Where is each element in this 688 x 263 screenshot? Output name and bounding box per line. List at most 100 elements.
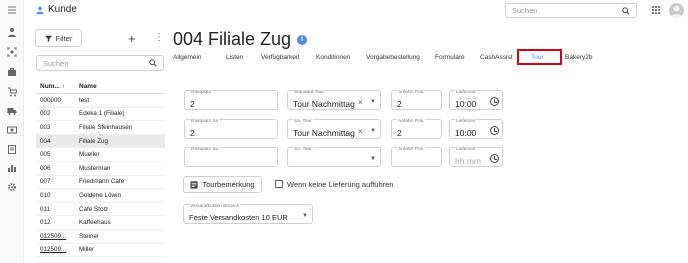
table-row[interactable]: 012 Kaffeehaus bbox=[36, 216, 165, 230]
anfahrt-pos-field-label: Anfahrt Pos. bbox=[397, 90, 426, 95]
cell-num: 012509... bbox=[40, 232, 67, 240]
clock-icon[interactable] bbox=[490, 154, 499, 163]
chevron-down-icon: ▼ bbox=[302, 213, 308, 219]
table-row[interactable]: 004 Filiale Zug bbox=[36, 134, 165, 149]
search-icon bbox=[622, 6, 630, 15]
ruestplatz-field[interactable]: Rüstplatz 2 bbox=[184, 90, 278, 110]
ruestplatz-field-label: Rüstplatz Sa bbox=[190, 119, 220, 124]
truck-icon[interactable] bbox=[6, 105, 18, 117]
column-num-header[interactable]: Num... ↑ bbox=[36, 83, 79, 90]
cell-num: 007 bbox=[40, 178, 51, 186]
settings-icon[interactable] bbox=[6, 181, 18, 193]
page-title: 004 Filiale Zug i bbox=[173, 29, 308, 50]
more-vert-icon[interactable]: ⋮ bbox=[154, 32, 164, 43]
tour-select[interactable]: So. Tour ▼ bbox=[287, 147, 381, 167]
tab-konditionen[interactable]: Konditionen bbox=[316, 54, 350, 61]
column-name-header[interactable]: Name bbox=[79, 83, 165, 90]
clear-icon[interactable]: × bbox=[358, 127, 363, 136]
apps-grid-icon[interactable] bbox=[652, 6, 660, 14]
versandkosten-select[interactable]: Versandkosten Bereich Feste Versandkoste… bbox=[183, 204, 313, 224]
cell-num: 012509... bbox=[40, 246, 67, 254]
cell-num: 011 bbox=[40, 205, 51, 213]
tab-listen[interactable]: Listen bbox=[226, 54, 243, 61]
tab-vorgabebestellung[interactable]: Vorgabebestellung bbox=[366, 54, 420, 61]
table-header: Num... ↑ Name bbox=[36, 79, 165, 94]
table-row[interactable]: 010 Goldene Löwin bbox=[36, 189, 165, 203]
tour-select[interactable]: Standard Tour Tour Nachmittag × ▼ bbox=[287, 90, 381, 110]
lieferzeit-field[interactable]: Lieferzeit 10:00 bbox=[449, 90, 503, 110]
cell-name: Filiale Zug bbox=[79, 137, 109, 145]
tab-bakery2b[interactable]: Bakery2b bbox=[565, 54, 592, 61]
no-delivery-checkbox[interactable] bbox=[275, 180, 283, 188]
table-row[interactable]: 012509... Miller bbox=[36, 244, 165, 258]
lieferzeit-field-value: hh:mm bbox=[455, 156, 481, 166]
list-search-placeholder: Suchen bbox=[43, 58, 69, 68]
app-title-text: Kunde bbox=[48, 4, 77, 15]
chevron-down-icon[interactable]: ▼ bbox=[370, 128, 376, 134]
lieferzeit-field-value: 10:00 bbox=[455, 128, 477, 138]
lieferzeit-field-value: 10:00 bbox=[455, 99, 477, 109]
cell-name: Goldene Löwin bbox=[79, 191, 122, 199]
tour-select[interactable]: Sa. Tour Tour Nachmittag × ▼ bbox=[287, 119, 381, 139]
cell-name: Steiner bbox=[79, 232, 99, 240]
clock-icon[interactable] bbox=[490, 126, 499, 135]
avatar[interactable] bbox=[669, 3, 684, 18]
table-row[interactable]: 002 Edeka 1 (Filiale) bbox=[36, 108, 165, 122]
clock-icon[interactable] bbox=[490, 97, 499, 106]
filter-button[interactable]: Filter bbox=[35, 29, 82, 47]
lieferzeit-field[interactable]: Lieferzeit hh:mm bbox=[449, 147, 503, 167]
cash-icon[interactable] bbox=[6, 124, 18, 136]
chart-icon[interactable] bbox=[6, 162, 18, 174]
clear-icon[interactable]: × bbox=[358, 98, 363, 107]
tab-cashassist[interactable]: CashAssist bbox=[480, 54, 513, 61]
menu-icon[interactable] bbox=[6, 4, 18, 16]
lieferzeit-field-label: Lieferzeit bbox=[455, 90, 477, 95]
anfahrt-pos-field-value: 2 bbox=[397, 99, 402, 109]
anfahrt-pos-field[interactable]: Anfahrt Pos. 2 bbox=[391, 119, 442, 139]
scan-icon[interactable] bbox=[6, 46, 18, 58]
tourbemerkung-button[interactable]: Tourbemerkung bbox=[183, 176, 262, 193]
table-row[interactable]: 005 Mueller bbox=[36, 148, 165, 162]
top-search-placeholder: Suchen bbox=[512, 6, 538, 15]
anfahrt-pos-field[interactable]: Anfahrt Pos. 2 bbox=[391, 90, 442, 110]
table-row[interactable]: 000000 test bbox=[36, 94, 165, 108]
tab-allgemein[interactable]: Allgemein bbox=[173, 54, 202, 61]
tab-verfügbarkeit[interactable]: Verfügbarkeit bbox=[261, 54, 299, 61]
app-title: Kunde bbox=[36, 4, 77, 15]
cell-num: 002 bbox=[40, 110, 51, 118]
table-row[interactable]: 006 Musterman bbox=[36, 162, 165, 176]
cell-num: 006 bbox=[40, 164, 51, 172]
cell-num: 005 bbox=[40, 151, 51, 159]
list-search-input[interactable]: Suchen bbox=[36, 55, 164, 71]
cart-icon[interactable] bbox=[6, 86, 18, 98]
chevron-down-icon[interactable]: ▼ bbox=[370, 156, 376, 162]
person-icon[interactable] bbox=[6, 26, 18, 38]
briefcase-icon[interactable] bbox=[6, 66, 18, 78]
cell-name: Mueller bbox=[79, 151, 100, 159]
table-row[interactable]: 011 Cafe Stolz bbox=[36, 203, 165, 217]
chevron-down-icon[interactable]: ▼ bbox=[370, 99, 376, 105]
add-icon[interactable]: + bbox=[128, 31, 136, 46]
table-row[interactable]: 012509... Steiner bbox=[36, 230, 165, 244]
top-search-input[interactable]: Suchen bbox=[505, 3, 637, 18]
ruestplatz-field[interactable]: Rüstplatz So. bbox=[184, 147, 278, 167]
info-icon[interactable]: i bbox=[297, 34, 308, 45]
ruestplatz-field[interactable]: Rüstplatz Sa 2 bbox=[184, 119, 278, 139]
tab-formulare[interactable]: Formulare bbox=[435, 54, 465, 61]
table-row[interactable]: 007 Friedmann Cafe bbox=[36, 176, 165, 190]
no-delivery-label: Wenn keine Lieferung aufführen bbox=[287, 180, 394, 189]
lieferzeit-field-label: Lieferzeit bbox=[455, 147, 477, 152]
anfahrt-pos-field-value: 2 bbox=[397, 128, 402, 138]
ruestplatz-field-label: Rüstplatz bbox=[190, 90, 212, 95]
search-icon bbox=[149, 59, 157, 67]
note-icon bbox=[190, 180, 199, 189]
cell-num: 003 bbox=[40, 123, 51, 131]
anfahrt-pos-field[interactable]: Anfahrt Pos. bbox=[391, 147, 442, 167]
tour-select-label: Standard Tour bbox=[293, 90, 326, 95]
table-row[interactable]: 003 Filiale Steinhausen bbox=[36, 121, 165, 135]
clipboard-icon[interactable] bbox=[6, 143, 18, 155]
left-rail bbox=[0, 0, 24, 263]
versandkosten-value: Feste Versandkosten 10 EUR bbox=[189, 213, 288, 222]
lieferzeit-field[interactable]: Lieferzeit 10:00 bbox=[449, 119, 503, 139]
cell-num: 010 bbox=[40, 191, 51, 199]
